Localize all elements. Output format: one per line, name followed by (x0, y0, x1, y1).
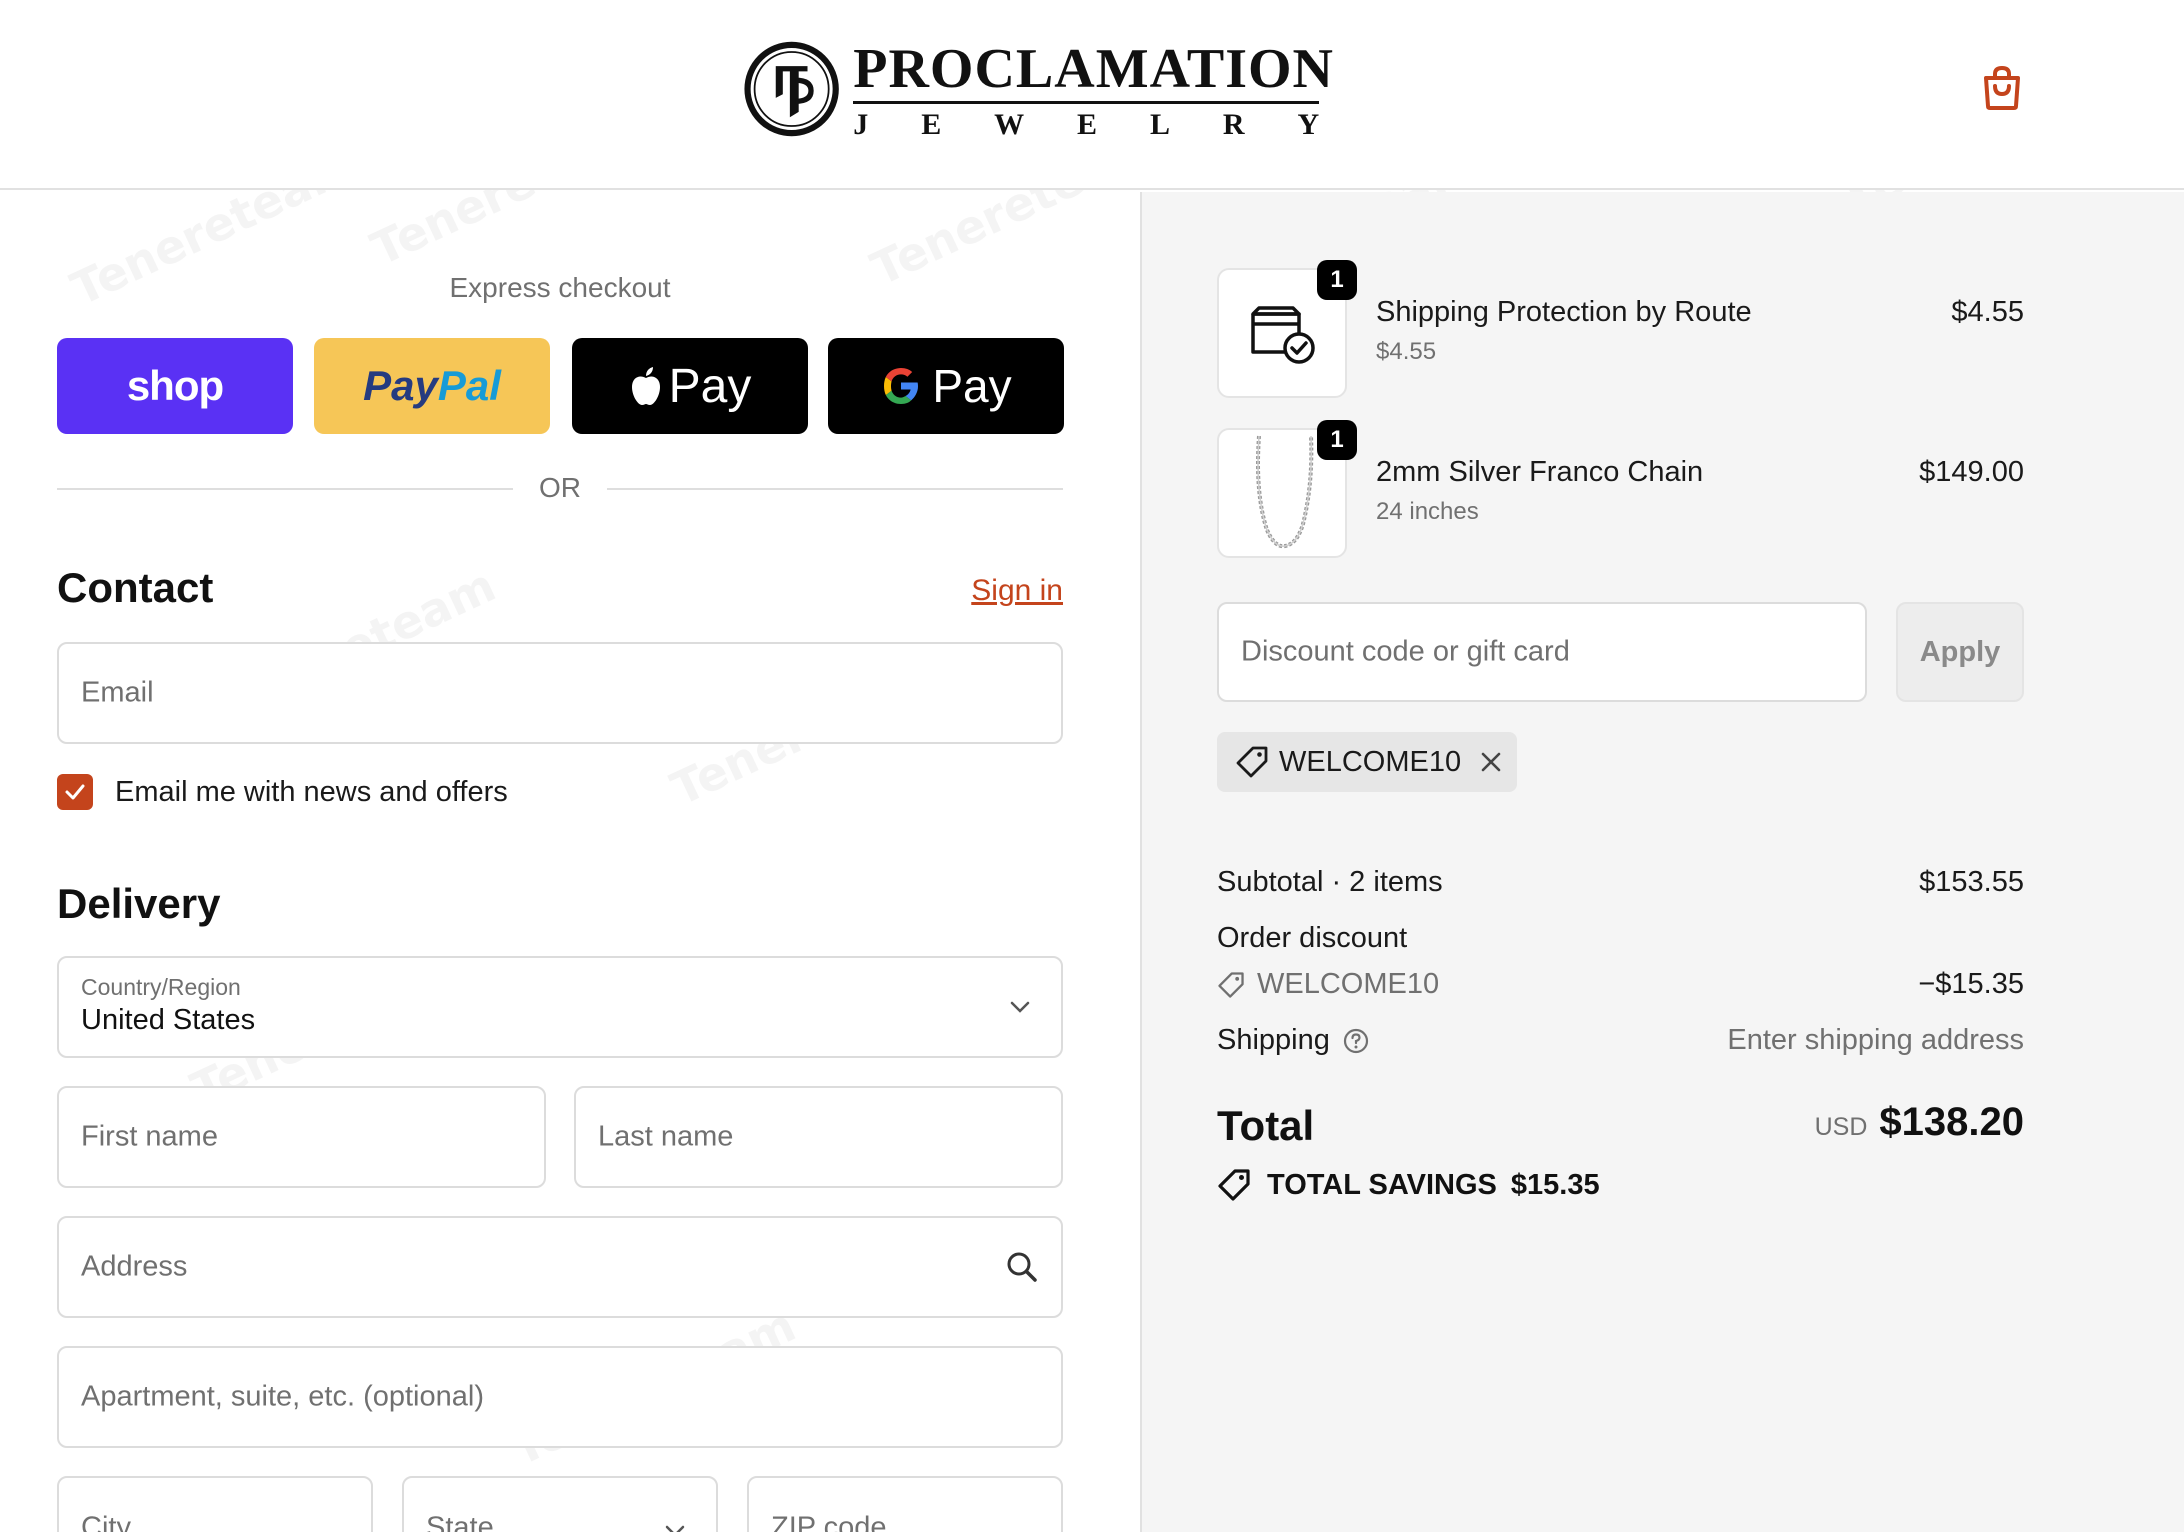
discount-value: −$15.35 (1918, 968, 2024, 1000)
country-label: Country/Region (81, 974, 241, 1000)
email-field[interactable]: Email (57, 642, 1063, 744)
sign-in-link[interactable]: Sign in (971, 574, 1063, 608)
express-checkout-title: Express checkout (449, 272, 671, 303)
apply-discount-button[interactable]: Apply (1896, 602, 2024, 702)
cart-item-subtitle: $4.55 (1376, 338, 1437, 365)
state-select[interactable]: State (402, 1476, 718, 1532)
country-value: United States (81, 1004, 256, 1036)
google-pay-button[interactable]: Pay (828, 338, 1064, 434)
last-name-placeholder: Last name (598, 1120, 734, 1153)
apple-pay-label: Pay (668, 359, 752, 413)
total-amount-group: USD $138.20 (1815, 1100, 2024, 1145)
city-placeholder: City (81, 1511, 131, 1532)
address-field[interactable]: Address (57, 1216, 1063, 1318)
zip-placeholder: ZIP code (771, 1511, 887, 1532)
package-check-icon (1251, 306, 1315, 364)
total-label: Total (1217, 1102, 1315, 1149)
newsletter-label: Email me with news and offers (115, 776, 508, 808)
brand-subtitle: J E W E L R Y (853, 107, 1320, 141)
first-name-placeholder: First name (81, 1120, 218, 1153)
paypal-label-part2: Pal (437, 362, 501, 409)
discount-placeholder: Discount code or gift card (1241, 635, 1570, 668)
last-name-field[interactable]: Last name (574, 1086, 1063, 1188)
tag-icon (1218, 971, 1244, 998)
chevron-down-icon (665, 1525, 685, 1532)
first-name-field[interactable]: First name (57, 1086, 546, 1188)
discount-code-row: WELCOME10 (1217, 968, 1439, 1001)
contact-title: Contact (57, 564, 214, 611)
google-g-icon (884, 368, 919, 404)
order-discount-label: Order discount (1217, 922, 1408, 954)
cart-item-name: Shipping Protection by Route (1376, 296, 1752, 328)
tag-icon (1236, 746, 1268, 778)
apartment-field[interactable]: Apartment, suite, etc. (optional) (57, 1346, 1063, 1448)
apple-icon (631, 367, 660, 405)
brand-monogram-icon (744, 41, 839, 137)
remove-discount-icon[interactable] (1479, 750, 1503, 774)
subtotal-value: $153.55 (1919, 866, 2024, 898)
apartment-placeholder: Apartment, suite, etc. (optional) (81, 1380, 484, 1413)
zip-code-field[interactable]: ZIP code (747, 1476, 1063, 1532)
chain-image (1256, 435, 1314, 549)
google-pay-label: Pay (932, 360, 1012, 412)
shipping-row: Shipping (1217, 1024, 1370, 1057)
savings-value: $15.35 (1510, 1168, 1600, 1201)
shipping-value: Enter shipping address (1727, 1024, 2024, 1056)
shop-pay-label: shop (126, 362, 224, 409)
or-separator: OR (539, 472, 581, 503)
email-placeholder: Email (81, 676, 154, 709)
quantity-badge: 1 (1317, 420, 1357, 460)
cart-item-price: $4.55 (1951, 296, 2024, 328)
chevron-down-icon (1010, 1001, 1030, 1013)
apple-pay-button[interactable]: Pay (572, 338, 808, 434)
paypal-button[interactable]: Pay Pal (314, 338, 550, 434)
shopping-bag-icon[interactable] (1978, 64, 2026, 112)
subtotal-label: Subtotal · 2 items (1217, 866, 1443, 898)
cart-item-price: $149.00 (1919, 456, 2024, 488)
applied-code-label: WELCOME10 (1279, 745, 1462, 778)
brand-logo[interactable]: PROCLAMATION J E W E L R Y (744, 30, 1334, 148)
total-currency: USD (1814, 1113, 1868, 1141)
brand-letter: R (1222, 107, 1245, 141)
brand-letter: Y (1297, 107, 1320, 141)
applied-discount-chip: WELCOME10 (1217, 732, 1517, 792)
savings-label: TOTAL SAVINGS (1267, 1168, 1497, 1201)
brand-letter: E (921, 107, 942, 141)
checkmark-icon (65, 784, 85, 800)
brand-letter: J (853, 107, 869, 141)
shop-pay-button[interactable]: shop (57, 338, 293, 434)
state-placeholder: State (426, 1511, 494, 1532)
city-field[interactable]: City (57, 1476, 373, 1532)
brand-letter: W (994, 107, 1025, 141)
brand-name: PROCLAMATION (853, 37, 1334, 100)
paypal-label-part1: Pay (363, 362, 438, 409)
delivery-title: Delivery (57, 880, 221, 927)
discount-code-text: WELCOME10 (1257, 968, 1440, 1000)
address-placeholder: Address (81, 1250, 188, 1283)
newsletter-checkbox[interactable] (57, 774, 93, 810)
help-circle-icon[interactable] (1342, 1027, 1370, 1055)
discount-code-field[interactable]: Discount code or gift card (1217, 602, 1867, 702)
total-savings: TOTAL SAVINGS $15.35 (1217, 1168, 1600, 1202)
brand-letter: E (1077, 107, 1098, 141)
cart-item-subtitle: 24 inches (1376, 498, 1479, 525)
site-header: PROCLAMATION J E W E L R Y (0, 0, 2184, 190)
quantity-badge: 1 (1317, 260, 1357, 300)
tag-icon (1218, 1169, 1250, 1201)
brand-letter: L (1149, 107, 1170, 141)
brand-rule (853, 100, 1320, 104)
search-icon[interactable] (1005, 1250, 1039, 1284)
country-select[interactable]: Country/Region United States (57, 956, 1063, 1058)
shipping-label: Shipping (1217, 1024, 1330, 1056)
cart-item-name: 2mm Silver Franco Chain (1376, 456, 1704, 488)
total-amount: $138.20 (1879, 1100, 2024, 1144)
